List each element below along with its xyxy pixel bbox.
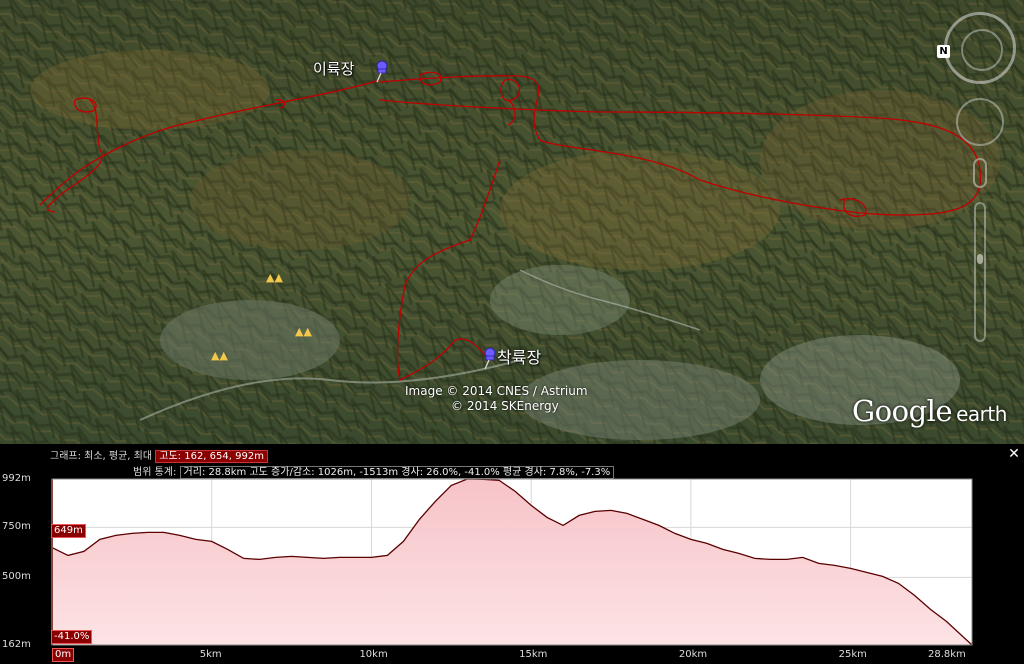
y-tick-label: 992m (2, 473, 31, 484)
earth-map-view[interactable]: ▲▲ ▲▲ ▲▲ 이륙장 착륙장 Image © 2014 CNES / Ast… (0, 0, 1024, 444)
zoom-slider-thumb[interactable] (977, 254, 983, 264)
x-tick-label: 25km (838, 649, 867, 660)
pushpin-icon[interactable] (374, 60, 388, 82)
pushpin-icon[interactable] (482, 347, 496, 369)
google-earth-logo: Google earth (852, 394, 1007, 428)
elevation-profile-panel: 그래프: 최소, 평균, 최대 고도: 162, 654, 992m 범위 통계… (0, 444, 1024, 664)
north-button[interactable]: N (937, 45, 950, 58)
placemark-landing-label[interactable]: 착륙장 (497, 344, 541, 368)
y-tick-label: 500m (2, 571, 31, 583)
compass-ring[interactable] (944, 12, 1016, 84)
elevation-chart[interactable] (0, 444, 1024, 664)
cursor-elevation-label: 649m (51, 524, 86, 538)
attraction-icon[interactable]: ▲▲ (295, 325, 312, 338)
attraction-icon[interactable]: ▲▲ (211, 349, 228, 362)
x-tick-label: 5km (199, 649, 222, 660)
y-tick-label: 162m (2, 639, 31, 650)
zoom-slider[interactable] (974, 202, 986, 342)
cursor-slope-label: -41.0% (51, 630, 93, 644)
placemark-takeoff-label[interactable]: 이륙장 (313, 58, 354, 79)
imagery-credit: Image © 2014 CNES / Astrium (405, 384, 588, 398)
x-tick-label: 20km (678, 649, 708, 660)
look-joystick[interactable] (956, 98, 1004, 146)
cursor-distance-label: 0m (52, 648, 75, 662)
attraction-icon[interactable]: ▲▲ (266, 271, 283, 284)
x-tick-label: 28.8km (928, 649, 966, 660)
terrain-imagery (0, 0, 1024, 444)
imagery-credit: © 2014 SKEnergy (451, 399, 559, 413)
street-view-person-icon[interactable] (973, 158, 987, 188)
x-tick-label: 15km (519, 649, 548, 660)
y-tick-label: 750m (2, 521, 31, 533)
x-tick-label: 10km (359, 649, 388, 660)
